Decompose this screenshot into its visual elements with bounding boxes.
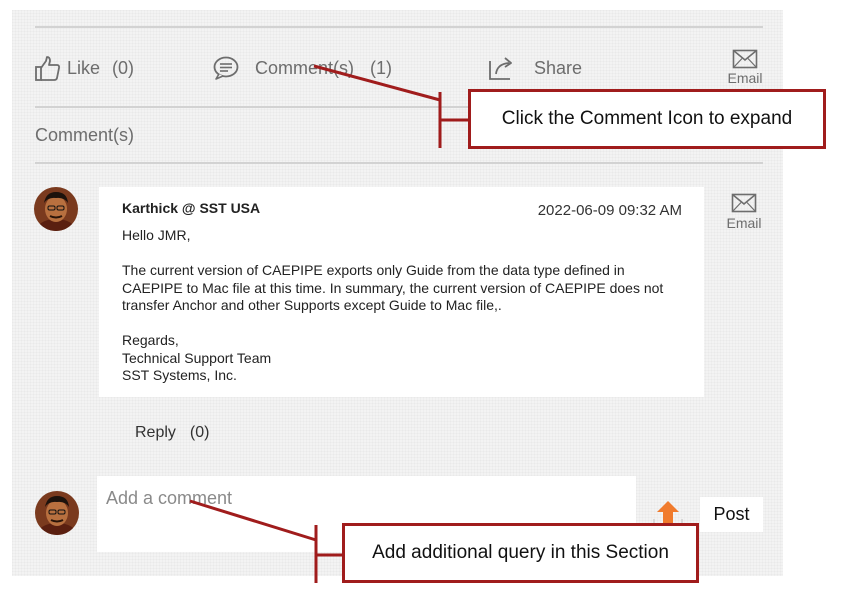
like-label: Like: [67, 57, 101, 78]
avatar: [34, 187, 78, 231]
email-icon: [722, 193, 766, 213]
divider: [35, 162, 763, 164]
like-button[interactable]: Like (0): [34, 54, 134, 82]
comment-greeting: Hello JMR,: [122, 227, 191, 243]
comment-paragraph: The current version of CAEPIPE exports o…: [122, 262, 664, 313]
like-icon: [34, 55, 61, 82]
email-label: Email: [727, 70, 763, 86]
annotation-callout: Add additional query in this Section: [342, 523, 699, 583]
comment-count: (1): [370, 57, 393, 78]
reply-label: Reply: [135, 424, 176, 441]
comment-body: Hello JMR, The current version of CAEPIP…: [122, 227, 687, 385]
reply-count: (0): [189, 424, 210, 441]
comment-signoff: Regards,: [122, 332, 179, 348]
comment-email-button[interactable]: Email: [722, 193, 766, 231]
email-button[interactable]: Email: [726, 49, 764, 86]
comment-date: 2022-06-09 09:32 AM: [537, 202, 682, 219]
annotation-callout: Click the Comment Icon to expand: [468, 89, 826, 149]
post-button[interactable]: Post: [700, 497, 763, 532]
comment-icon: [213, 55, 239, 81]
comments-heading: Comment(s): [35, 125, 135, 145]
avatar: [35, 491, 79, 535]
like-count: (0): [112, 57, 135, 78]
share-icon: [488, 55, 514, 81]
comment-button[interactable]: Comment(s) (1): [213, 54, 392, 82]
share-label: Share: [534, 57, 583, 78]
comment-signoff: SST Systems, Inc.: [122, 367, 237, 383]
comment-label: Comment(s): [255, 57, 355, 78]
email-icon: [726, 49, 764, 69]
divider: [35, 26, 763, 28]
comment-card: Karthick @ SST USA 2022-06-09 09:32 AM H…: [99, 187, 704, 397]
email-label: Email: [726, 215, 762, 231]
reply-button[interactable]: Reply (0): [135, 424, 209, 442]
share-button[interactable]: Share: [488, 54, 582, 82]
comment-signoff: Technical Support Team: [122, 349, 272, 366]
comment-author[interactable]: Karthick @ SST USA: [122, 200, 260, 216]
